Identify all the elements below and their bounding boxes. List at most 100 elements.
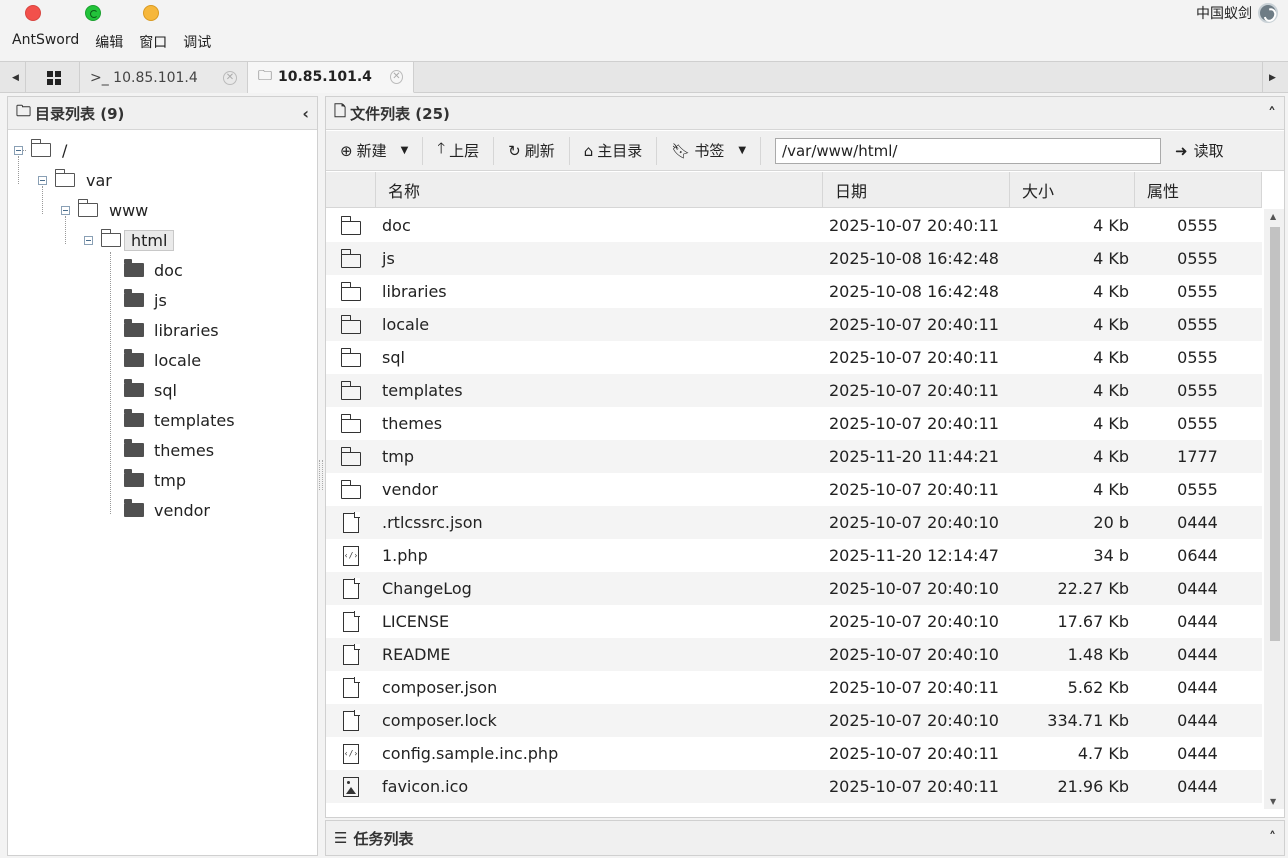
file-name: js <box>382 249 395 268</box>
tree-node-child[interactable]: locale <box>124 348 201 372</box>
menu-antsword[interactable]: AntSword <box>12 32 79 56</box>
menu-edit[interactable]: 编辑 <box>95 32 123 56</box>
file-name: README <box>382 645 451 664</box>
tree-node-child[interactable]: tmp <box>124 468 186 492</box>
new-button[interactable]: ⊕ 新建 ▼ <box>326 136 424 165</box>
tab-scroll-left-button[interactable]: ◀ <box>6 62 26 93</box>
up-level-button[interactable]: 🡑 上层 <box>423 136 495 165</box>
file-date: 2025-10-07 20:40:11 <box>829 480 999 499</box>
table-row[interactable]: libraries 2025-10-08 16:42:48 4 Kb 0555 <box>326 275 1262 308</box>
table-row[interactable]: composer.lock 2025-10-07 20:40:10 334.71 K… <box>326 704 1262 737</box>
scrollbar-thumb[interactable] <box>1270 227 1280 641</box>
collapse-icon[interactable] <box>61 205 70 215</box>
file-date: 2025-10-07 20:40:10 <box>829 645 999 664</box>
file-size: 21.96 Kb <box>1057 777 1129 796</box>
brand-label: 中国蚁剑 <box>1196 6 1252 22</box>
tree-node-www[interactable]: www <box>61 198 148 222</box>
folder-icon <box>124 469 144 487</box>
tree-node-label: tmp <box>154 470 187 490</box>
file-date: 2025-10-07 20:40:11 <box>829 216 999 235</box>
table-row[interactable]: ChangeLog 2025-10-07 20:40:10 22.27 Kb 0444 <box>326 572 1262 605</box>
row-icon-cell <box>326 215 376 235</box>
tab-home[interactable] <box>28 62 80 93</box>
folder-open-icon <box>77 199 98 217</box>
task-panel-header[interactable]: ☰ 任务列表 ˄ <box>325 820 1285 856</box>
task-panel-title: 任务列表 <box>353 829 414 848</box>
tree-node-root[interactable]: / <box>14 138 67 162</box>
maximize-window-button[interactable] <box>85 5 101 21</box>
file-attr: 0555 <box>1177 249 1218 268</box>
file-attr: 0444 <box>1177 645 1218 664</box>
folder-icon <box>340 479 361 499</box>
file-size: 1.48 Kb <box>1067 645 1129 664</box>
collapse-icon[interactable] <box>38 175 47 185</box>
bookmark-button[interactable]: 🔖︎ 书签 ▼ <box>657 136 762 165</box>
arrow-right-icon: ➜ <box>1175 141 1188 160</box>
close-window-button[interactable] <box>25 5 41 21</box>
tree-node-child[interactable]: vendor <box>124 498 210 522</box>
file-date: 2025-10-07 20:40:11 <box>829 348 999 367</box>
tree-node-child[interactable]: js <box>124 288 167 312</box>
scroll-down-icon[interactable]: ▼ <box>1270 797 1276 806</box>
path-input[interactable] <box>775 137 1162 164</box>
menu-window[interactable]: 窗口 <box>139 32 167 56</box>
table-row[interactable]: ‹/› 1.php 2025-11-20 12:14:47 34 b 0644 <box>326 539 1262 572</box>
tree-node-child[interactable]: themes <box>124 438 214 462</box>
tree-node-child[interactable]: libraries <box>124 318 219 342</box>
table-row[interactable]: .rtlcssrc.json 2025-10-07 20:40:10 20 b 044… <box>326 506 1262 539</box>
row-icon-cell <box>326 248 376 268</box>
chevron-up-icon[interactable]: ˄ <box>1268 104 1276 123</box>
column-header-name[interactable]: 名称 <box>376 172 823 208</box>
tree-node-child[interactable]: doc <box>124 258 183 282</box>
table-row[interactable]: sql 2025-10-07 20:40:11 4 Kb 0555 <box>326 341 1262 374</box>
tab-scroll-right-button[interactable]: ▶ <box>1262 62 1282 93</box>
table-row[interactable]: vendor 2025-10-07 20:40:11 4 Kb 0555 <box>326 473 1262 506</box>
home-dir-button[interactable]: ⌂ 主目录 <box>570 136 658 165</box>
minimize-window-button[interactable] <box>143 5 159 21</box>
row-icon-cell <box>326 677 376 698</box>
collapse-icon[interactable] <box>14 145 23 155</box>
table-row[interactable]: LICENSE 2025-10-07 20:40:10 17.67 Kb 0444 <box>326 605 1262 638</box>
tree-node-label: / <box>62 140 68 160</box>
table-row[interactable]: doc 2025-10-07 20:40:11 4 Kb 0555 <box>326 209 1262 242</box>
refresh-button[interactable]: ↻ 刷新 <box>494 136 570 165</box>
file-name: 1.php <box>382 546 428 565</box>
file-size: 4 Kb <box>1093 282 1129 301</box>
home-dir-label: 主目录 <box>597 142 643 160</box>
folder-open-icon <box>54 169 75 187</box>
table-row[interactable]: locale 2025-10-07 20:40:11 4 Kb 0555 <box>326 308 1262 341</box>
column-header-attr[interactable]: 属性 <box>1135 172 1262 208</box>
folder-icon <box>124 409 144 427</box>
tree-node-child[interactable]: templates <box>124 408 235 432</box>
tree-node-html[interactable]: html <box>84 228 175 252</box>
table-row[interactable]: js 2025-10-08 16:42:48 4 Kb 0555 <box>326 242 1262 275</box>
menu-debug[interactable]: 调试 <box>183 32 211 56</box>
plus-circle-icon: ⊕ <box>340 141 353 160</box>
chevron-up-icon[interactable]: ˄ <box>1269 830 1276 846</box>
table-row[interactable]: favicon.ico 2025-10-07 20:40:11 21.96 Kb 04… <box>326 770 1262 803</box>
tab-file-manager[interactable]: 🗀 10.85.101.4 ✕ <box>248 62 414 93</box>
tree-node-var[interactable]: var <box>38 168 112 192</box>
scroll-up-icon[interactable]: ▲ <box>1270 212 1276 221</box>
vertical-scrollbar[interactable]: ▲ ▼ <box>1264 209 1284 809</box>
column-header-date[interactable]: 日期 <box>823 172 1010 208</box>
table-row[interactable]: README 2025-10-07 20:40:10 1.48 Kb 0444 <box>326 638 1262 671</box>
table-row[interactable]: themes 2025-10-07 20:40:11 4 Kb 0555 <box>326 407 1262 440</box>
tab-terminal[interactable]: >_ 10.85.101.4 ✕ <box>80 62 248 93</box>
folder-icon <box>340 380 361 400</box>
panel-splitter[interactable] <box>319 460 323 490</box>
row-icon-cell <box>326 479 376 499</box>
collapse-left-icon[interactable]: ‹ <box>302 104 309 123</box>
close-icon[interactable]: ✕ <box>223 70 237 85</box>
row-icon-cell: ‹/› <box>326 743 376 764</box>
table-row[interactable]: ‹/› config.sample.inc.php 2025-10-07 20:40… <box>326 737 1262 770</box>
file-attr: 0555 <box>1177 414 1218 433</box>
collapse-icon[interactable] <box>84 235 93 245</box>
table-row[interactable]: tmp 2025-11-20 11:44:21 4 Kb 1777 <box>326 440 1262 473</box>
column-header-size[interactable]: 大小 <box>1010 172 1135 208</box>
table-row[interactable]: composer.json 2025-10-07 20:40:11 5.62 Kb 0… <box>326 671 1262 704</box>
read-button[interactable]: ➜ 读取 <box>1175 140 1224 161</box>
table-row[interactable]: templates 2025-10-07 20:40:11 4 Kb 0555 <box>326 374 1262 407</box>
tree-node-child[interactable]: sql <box>124 378 177 402</box>
close-icon[interactable]: ✕ <box>389 70 403 84</box>
